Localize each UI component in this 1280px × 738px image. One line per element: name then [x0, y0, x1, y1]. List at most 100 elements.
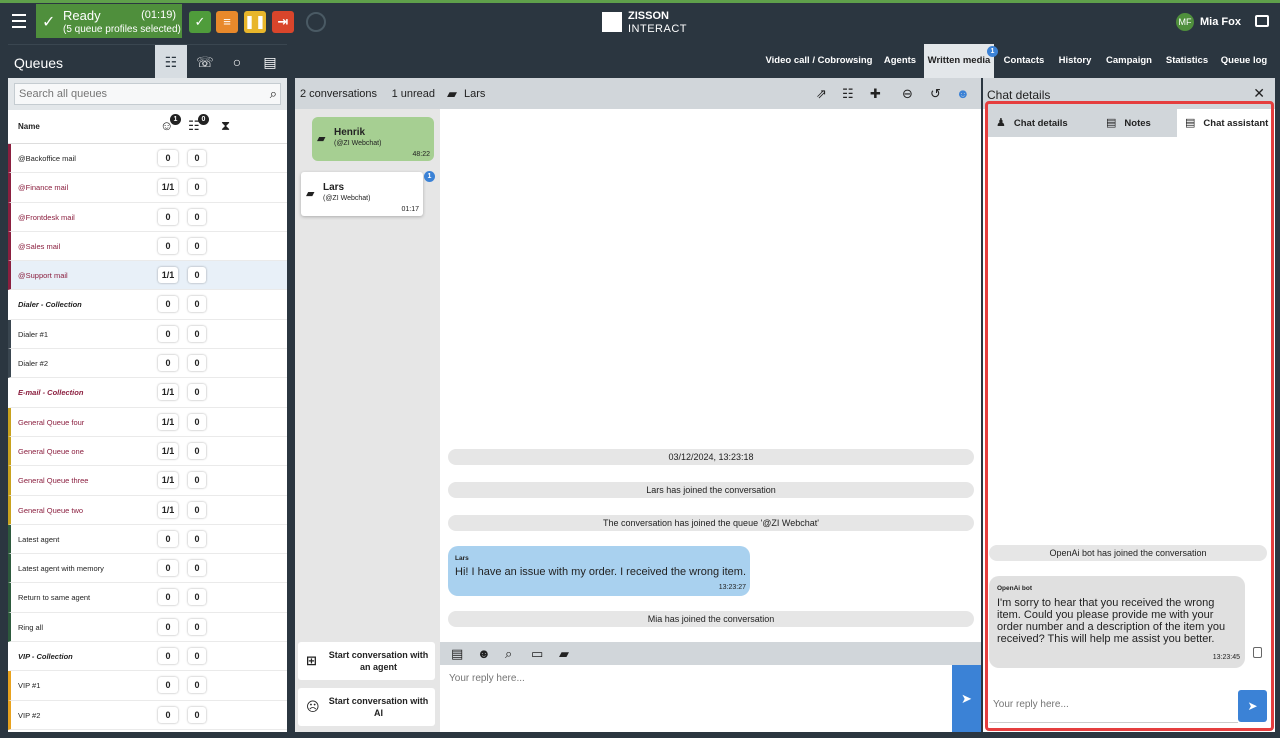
transfer-queue-icon[interactable]: ☷ [842, 86, 854, 102]
search-icon[interactable]: ⌕ [270, 86, 277, 102]
conversation-item-henrik[interactable]: ▰ Henrik (@ZI Webchat) 48:22 [312, 117, 434, 161]
queue-row[interactable]: Dialer #1 0 0 [8, 319, 287, 350]
queue-row[interactable]: E-mail - Collection 1/1 0 [8, 378, 287, 408]
assistant-reply-area [989, 687, 1238, 723]
notes-icon: ▤ [1106, 117, 1117, 129]
queue-row[interactable]: Ring all 0 0 [8, 612, 287, 643]
queue-search-input[interactable] [14, 83, 281, 105]
details-header: Chat details ✕ [983, 78, 1275, 109]
menu-icon[interactable] [8, 10, 30, 32]
start-agent-conversation-button[interactable]: ⊞ Start conversation with an agent [298, 642, 435, 680]
tab-agents[interactable]: Agents [881, 44, 919, 78]
send-button[interactable]: ➤ [952, 665, 981, 732]
queue-agents-count: 0 [158, 618, 178, 635]
queue-row[interactable]: Latest agent 0 0 [8, 524, 287, 555]
queue-name: Dialer #1 [18, 329, 49, 339]
queue-row[interactable]: Latest agent with memory 0 0 [8, 554, 287, 584]
reply-input[interactable] [440, 665, 952, 732]
queue-waiting-count: 0 [188, 472, 206, 489]
tab-notes[interactable]: ▤ Notes [1106, 109, 1151, 137]
status-selector[interactable]: ✓ Ready (01:19) (5 queue profiles select… [36, 4, 182, 38]
conversations-header: 2 conversations 1 unread [295, 78, 440, 109]
pause-button[interactable]: ❚❚ [244, 11, 266, 33]
status-label: Ready [63, 8, 101, 23]
waiting-badge: 0 [198, 114, 209, 125]
queue-agents-count: 1/1 [158, 267, 178, 284]
queue-row[interactable]: Dialer #2 0 0 [8, 349, 287, 379]
queues-tab-icon[interactable]: ☷ [155, 45, 187, 79]
assistant-icon: ▤ [1185, 117, 1196, 129]
queue-row[interactable]: Dialer - Collection 0 0 [8, 290, 287, 320]
queue-name: Return to same agent [18, 593, 91, 603]
screen-share-icon[interactable]: ▭ [531, 646, 543, 662]
queue-row[interactable]: General Queue two 1/1 0 [8, 495, 287, 525]
tab-written-media[interactable]: Written media [924, 44, 994, 78]
queue-name: General Queue three [18, 476, 89, 486]
logout-button[interactable]: ⇥ [272, 11, 294, 33]
queue-waiting-count: 0 [188, 560, 206, 577]
contact-info-icon[interactable]: ☻ [956, 86, 970, 101]
assistant-reply-input[interactable] [989, 687, 1238, 722]
robot-icon: ☹ [306, 699, 320, 714]
ready-button[interactable]: ✓ [189, 11, 211, 33]
end-conversation-icon[interactable]: ⊖ [902, 86, 913, 102]
quick-reply-icon[interactable]: ▰ [559, 646, 569, 662]
queue-waiting-count: 0 [188, 296, 206, 313]
queues-panel: Queues ☷ ☏ ○ ▤ ⌕ Name ☺ 1 ☷ 0 ⧗ @Backoff… [8, 44, 287, 732]
message-icon[interactable] [1255, 15, 1269, 27]
copy-icon[interactable] [1253, 647, 1262, 658]
refresh-tab-icon[interactable]: ○ [221, 45, 253, 79]
chat-icon: ▰ [306, 188, 315, 200]
list-tab-icon[interactable]: ▤ [254, 45, 286, 79]
open-external-icon[interactable]: ⇗ [816, 86, 827, 102]
queue-row[interactable]: @Backoffice mail 0 0 [8, 144, 287, 174]
queue-row[interactable]: VIP - Collection 0 0 [8, 642, 287, 672]
queue-agents-count: 0 [158, 706, 178, 723]
queue-row[interactable]: General Queue one 1/1 0 [8, 436, 287, 467]
customer-message: Lars Hi! I have an issue with my order. … [448, 546, 750, 596]
queue-row[interactable]: Return to same agent 0 0 [8, 583, 287, 613]
queue-row[interactable]: @Support mail 1/1 0 [8, 261, 287, 291]
emoji-icon[interactable]: ☻ [477, 646, 491, 661]
queue-agents-count: 1/1 [158, 472, 178, 489]
template-icon[interactable]: ▤ [451, 646, 463, 662]
tab-chat-details[interactable]: ♟ Chat details [996, 109, 1068, 137]
queue-row[interactable]: @Frontdesk mail 0 0 [8, 202, 287, 232]
history-icon[interactable]: ↺ [930, 86, 941, 102]
tab-contacts[interactable]: Contacts [1001, 44, 1047, 78]
tab-chat-assistant[interactable]: ▤ Chat assistant [1177, 109, 1270, 137]
tab-campaign[interactable]: Campaign [1103, 44, 1155, 78]
tab-queue-log[interactable]: Queue log [1218, 44, 1270, 78]
conversation-item-lars[interactable]: ▰ Lars (@ZI Webchat) 01:17 [301, 172, 423, 216]
search-knowledge-icon[interactable]: ⌕ [505, 646, 512, 662]
queue-waiting-count: 0 [188, 677, 206, 694]
message-text: I'm sorry to hear that you received the … [997, 597, 1226, 645]
assistant-send-button[interactable]: ➤ [1238, 690, 1267, 722]
person-icon: ♟ [996, 117, 1006, 129]
tab-video-call[interactable]: Video call / Cobrowsing [763, 44, 875, 78]
queue-row[interactable]: VIP #1 0 0 [8, 671, 287, 701]
wrap-up-button[interactable]: ≡ [216, 11, 238, 33]
check-icon: ✓ [42, 14, 56, 31]
queue-row[interactable]: General Queue four 1/1 0 [8, 407, 287, 437]
queue-row[interactable]: @Sales mail 0 0 [8, 231, 287, 262]
queue-agents-count: 0 [158, 355, 178, 372]
close-icon[interactable]: ✕ [1253, 85, 1265, 102]
add-participant-icon[interactable]: ✚ [870, 86, 881, 102]
queue-name: VIP - Collection [18, 652, 73, 662]
agents-badge: 1 [170, 114, 181, 125]
queue-row[interactable]: General Queue three 1/1 0 [8, 466, 287, 496]
conversations-count: 2 conversations [300, 88, 378, 100]
phone-tab-icon[interactable]: ☏ [189, 45, 221, 79]
queue-row[interactable]: VIP #2 0 0 [8, 700, 287, 730]
queue-name: Ring all [18, 622, 44, 632]
start-ai-conversation-button[interactable]: ☹ Start conversation with AI [298, 688, 435, 726]
queue-agents-count: 0 [158, 589, 178, 606]
queue-waiting-count: 0 [188, 706, 206, 723]
tab-statistics[interactable]: Statistics [1163, 44, 1211, 78]
chat-icon: ▰ [447, 86, 457, 101]
tab-history[interactable]: History [1056, 44, 1094, 78]
headset-icon[interactable] [306, 12, 326, 32]
queue-row[interactable]: @Finance mail 1/1 0 [8, 173, 287, 203]
queue-table-header: Name ☺ 1 ☷ 0 ⧗ [8, 110, 287, 144]
